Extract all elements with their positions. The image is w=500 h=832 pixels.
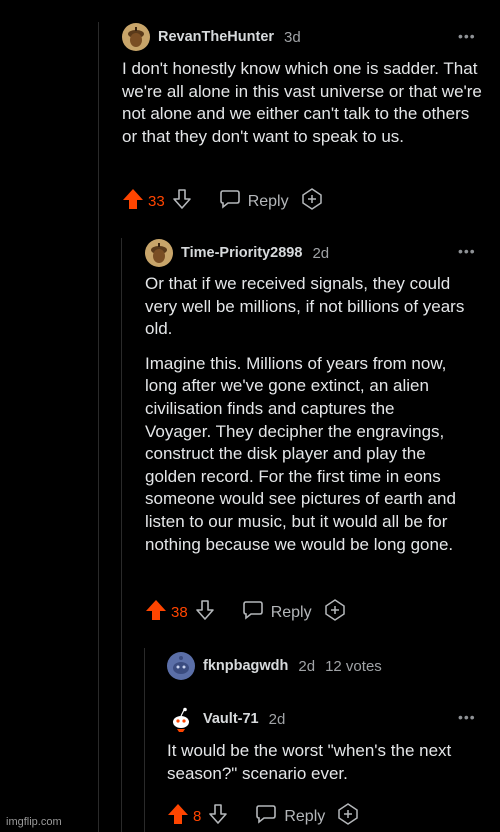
acorn-avatar-icon[interactable] [145,239,173,267]
thread-line-level-3[interactable] [144,648,145,832]
downvote-icon[interactable] [207,803,229,830]
blue-snoo-avatar-icon[interactable] [167,652,195,680]
thread-line-level-2[interactable] [121,238,122,832]
reply-bubble-icon [242,600,264,625]
comment-header[interactable]: fknpbagwdh 2d 12 votes [167,652,382,680]
reply-button[interactable]: Reply [255,804,325,829]
comment-age: 2d [298,657,316,675]
comment-body: Or that if we received signals, they cou… [145,273,465,568]
vote-count: 12 votes [325,657,382,675]
snoo-avatar-icon[interactable] [167,705,195,733]
comment-actions: 8 Reply [167,803,359,830]
comment-age: 2d [268,710,286,728]
more-options-icon[interactable]: ••• [458,709,476,725]
comment-header: RevanTheHunter 3d [122,23,301,51]
downvote-icon[interactable] [194,599,216,626]
reply-bubble-icon [255,804,277,829]
award-icon[interactable] [337,803,359,830]
comment-paragraph: Imagine this. Millions of years from now… [145,353,456,554]
award-icon[interactable] [301,188,323,215]
comment-paragraph: It would be the worst "when's the next s… [167,741,452,783]
reply-button[interactable]: Reply [219,189,289,214]
username[interactable]: fknpbagwdh [203,658,288,674]
username[interactable]: Vault-71 [203,711,259,727]
award-icon[interactable] [324,599,346,626]
comment-header: Time-Priority2898 2d [145,239,329,267]
vote-score: 8 [193,808,202,825]
comment-actions: 33 Reply [122,188,323,215]
vote-score: 38 [171,604,188,621]
upvote-icon[interactable] [122,188,144,215]
acorn-avatar-icon[interactable] [122,23,150,51]
username[interactable]: Time-Priority2898 [181,245,302,261]
reply-bubble-icon [219,189,241,214]
comment-paragraph: Or that if we received signals, they cou… [145,274,465,339]
upvote-icon[interactable] [145,599,167,626]
vote-score: 33 [148,193,165,210]
username[interactable]: RevanTheHunter [158,29,274,45]
downvote-icon[interactable] [171,188,193,215]
comment-body: I don't honestly know which one is sadde… [122,58,482,160]
upvote-icon[interactable] [167,803,189,830]
comment-paragraph: I don't honestly know which one is sadde… [122,59,482,146]
imgflip-watermark: imgflip.com [6,816,62,828]
comment-header: Vault-71 2d [167,705,285,733]
comment-actions: 38 Reply [145,599,346,626]
reply-button[interactable]: Reply [242,600,312,625]
comment-body: It would be the worst "when's the next s… [167,740,467,797]
reply-label: Reply [284,807,326,825]
reply-label: Reply [247,192,289,210]
more-options-icon[interactable]: ••• [458,243,476,259]
comment-age: 3d [284,28,301,46]
reply-label: Reply [270,603,312,621]
more-options-icon[interactable]: ••• [458,28,476,44]
thread-line-level-1[interactable] [98,22,99,832]
comment-age: 2d [312,244,330,262]
